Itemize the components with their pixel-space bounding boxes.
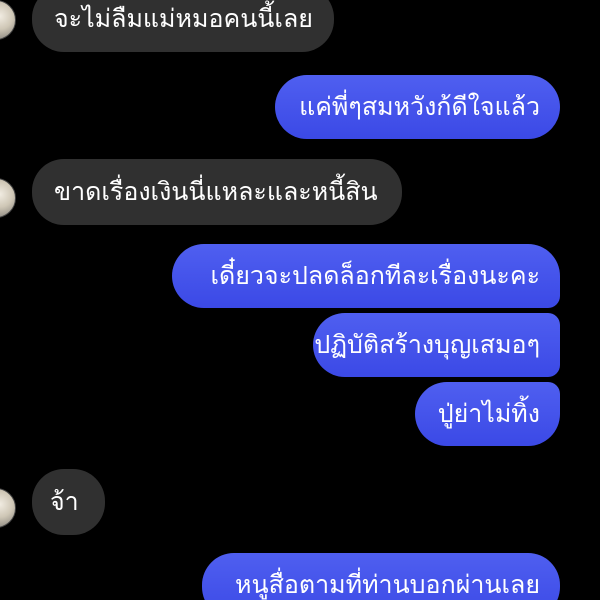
message-text: เดี๋ยวจะปลดล็อกทีละเรื่องนะคะ — [210, 261, 540, 290]
outgoing-message-bubble[interactable]: ปฏิบัติสร้างบุญเสมอๆ — [313, 313, 560, 377]
chat-thread: จะไม่ลืมแม่หมอคนนี้เลย แค่พี่ๆสมหวังก้ดี… — [0, 0, 600, 600]
message-text: แค่พี่ๆสมหวังก้ดีใจแล้ว — [299, 92, 540, 121]
contact-avatar[interactable] — [0, 488, 16, 528]
message-text: ปฏิบัติสร้างบุญเสมอๆ — [314, 330, 540, 359]
contact-avatar[interactable] — [0, 0, 16, 40]
message-text: จะไม่ลืมแม่หมอคนนี้เลย — [54, 4, 313, 33]
outgoing-message-bubble[interactable]: หนูสื่อตามที่ท่านบอกผ่านเลย — [202, 553, 560, 600]
contact-avatar[interactable] — [0, 178, 16, 218]
outgoing-message-bubble[interactable]: เดี๋ยวจะปลดล็อกทีละเรื่องนะคะ — [172, 244, 560, 308]
message-text: ขาดเรื่องเงินนี่แหละและหนี้สิน — [54, 177, 378, 206]
incoming-message-bubble[interactable]: จะไม่ลืมแม่หมอคนนี้เลย — [32, 0, 334, 52]
message-text: จ้า — [50, 487, 79, 516]
outgoing-message-bubble[interactable]: ปู่ย่าไม่ทิ้ง — [415, 382, 560, 446]
message-text: ปู่ย่าไม่ทิ้ง — [437, 399, 540, 428]
incoming-message-bubble[interactable]: ขาดเรื่องเงินนี่แหละและหนี้สิน — [32, 159, 402, 225]
message-text: หนูสื่อตามที่ท่านบอกผ่านเลย — [235, 570, 540, 599]
incoming-message-bubble[interactable]: จ้า — [32, 469, 105, 535]
outgoing-message-bubble[interactable]: แค่พี่ๆสมหวังก้ดีใจแล้ว — [275, 75, 560, 139]
